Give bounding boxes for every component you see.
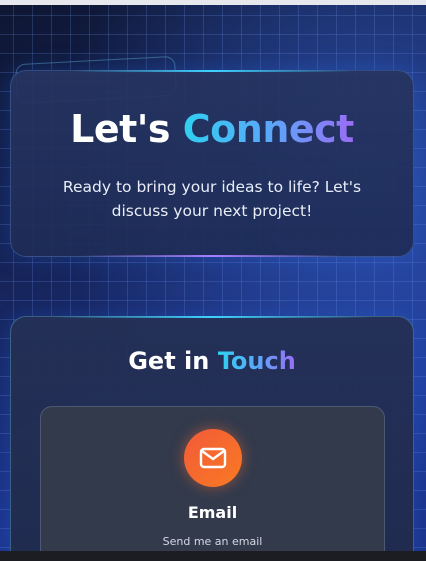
top-edge <box>0 0 426 5</box>
mail-icon <box>184 429 242 487</box>
bottom-bar <box>0 551 426 561</box>
email-contact-card[interactable]: Email Send me an email <box>40 406 385 561</box>
hero-title-accent: Connect <box>182 107 355 151</box>
contact-title-plain: Get in <box>128 347 218 375</box>
contact-title: Get in Touch <box>11 347 413 375</box>
hero-card: Let's Connect Ready to bring your ideas … <box>10 70 414 257</box>
contact-title-accent: Touch <box>217 347 296 375</box>
hero-subtitle: Ready to bring your ideas to life? Let's… <box>62 178 362 220</box>
hero-title-plain: Let's <box>70 107 183 151</box>
email-description: Send me an email <box>162 535 263 548</box>
hero-title: Let's Connect <box>11 107 413 151</box>
email-label: Email <box>187 503 238 522</box>
contact-section: Get in Touch Email Send me an email <box>10 316 414 561</box>
mail-icon-glyph <box>199 447 227 469</box>
